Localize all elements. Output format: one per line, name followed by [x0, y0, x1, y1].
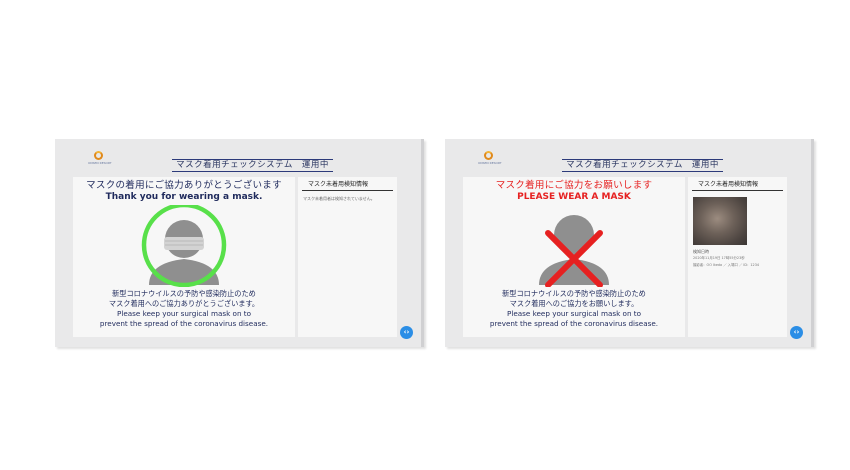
main-message-panel: マスク着用にご協力をお願いします PLEASE WEAR A MASK 新型コロ…	[463, 177, 685, 337]
note-jp: 新型コロナウイルスの予防や感染防止のため マスク着用へのご協力ありがとうございま…	[73, 289, 295, 309]
logo-text: ONSEN RESORT	[88, 161, 112, 165]
resort-logo: ONSEN RESORT	[88, 151, 112, 173]
system-title: マスク着用チェックシステム 運用中	[562, 159, 723, 172]
thanks-message-en: Thank you for wearing a mask.	[105, 192, 263, 202]
note-en: Please keep your surgical mask on to pre…	[73, 309, 295, 329]
detected-face-photo	[693, 197, 747, 245]
note-jp-line2: マスク着用へのご協力をお願いします。	[509, 299, 639, 308]
masked-person-icon	[141, 205, 227, 287]
page-nav-button[interactable]: ‹›	[790, 326, 803, 339]
masked-person-figure	[73, 205, 295, 287]
unmasked-person-icon	[539, 215, 609, 287]
detection-info-panel: マスク未着用検知情報 検知日時 2020年11月19日 17時55分23秒 撮影…	[688, 177, 787, 337]
detection-info-title: マスク未着用検知情報	[692, 180, 783, 191]
kiosk-screen-mask-missing: ONSEN RESORT マスク着用チェックシステム 運用中 マスク着用にご協力…	[445, 139, 814, 347]
detection-meta: 撮影者：OO Ikeda ／ 入場口 ／ ID：1234	[693, 263, 760, 267]
note-jp: 新型コロナウイルスの予防や感染防止のため マスク着用へのご協力をお願いします。	[463, 289, 685, 309]
note-en-line1: Please keep your surgical mask on to	[506, 309, 642, 318]
detection-info-title: マスク未着用検知情報	[302, 180, 393, 191]
note-en-line1: Please keep your surgical mask on to	[116, 309, 252, 318]
no-detection-text: マスク未着用者は検知されていません。	[303, 196, 375, 201]
note-jp-line1: 新型コロナウイルスの予防や感染防止のため	[502, 289, 646, 298]
note-en-line2: prevent the spread of the coronavirus di…	[99, 319, 269, 328]
unmasked-person-figure	[463, 205, 685, 287]
sun-logo-icon	[93, 151, 103, 160]
resort-logo: ONSEN RESORT	[478, 151, 502, 173]
note-jp-line2: マスク着用へのご協力ありがとうございます。	[108, 299, 260, 308]
page-nav-button[interactable]: ‹›	[400, 326, 413, 339]
note-en-line2: prevent the spread of the coronavirus di…	[489, 319, 659, 328]
system-title: マスク着用チェックシステム 運用中	[172, 159, 333, 172]
main-message-panel: マスクの着用にご協力ありがとうございます Thank you for weari…	[73, 177, 295, 337]
logo-text: ONSEN RESORT	[478, 161, 502, 165]
thanks-message-jp: マスクの着用にご協力ありがとうございます	[86, 180, 282, 191]
sun-logo-icon	[483, 151, 493, 160]
note-jp-line1: 新型コロナウイルスの予防や感染防止のため	[112, 289, 256, 298]
warning-message-jp: マスク着用にご協力をお願いします	[495, 180, 653, 191]
warning-message-en: PLEASE WEAR A MASK	[517, 192, 631, 202]
detection-time: 2020年11月19日 17時55分23秒	[693, 256, 745, 260]
note-en: Please keep your surgical mask on to pre…	[463, 309, 685, 329]
detection-info-panel: マスク未着用検知情報 マスク未着用者は検知されていません。	[298, 177, 397, 337]
detection-time-label: 検知日時	[693, 249, 709, 254]
kiosk-screen-mask-ok: ONSEN RESORT マスク着用チェックシステム 運用中 マスクの着用にご協…	[55, 139, 424, 347]
